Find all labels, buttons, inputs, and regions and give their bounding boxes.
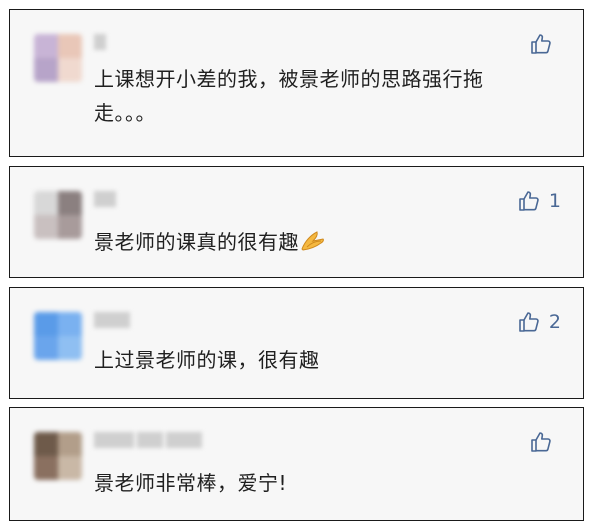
comment-text: 景老师非常棒，爱宁! bbox=[94, 466, 287, 500]
comment-line: 走。。。 bbox=[94, 101, 156, 125]
like-button[interactable] bbox=[529, 430, 561, 454]
like-count: 2 bbox=[548, 311, 561, 333]
avatar[interactable] bbox=[34, 312, 82, 360]
comment-line: 景老师的课真的很有趣 bbox=[94, 230, 299, 254]
comment-text: 景老师的课真的很有趣 bbox=[94, 225, 327, 263]
like-button[interactable]: 2 bbox=[517, 310, 561, 334]
avatar[interactable] bbox=[34, 34, 82, 82]
comment-text: 上课想开小差的我，被景老师的思路强行拖 走。。。 bbox=[94, 62, 484, 130]
username-blurred bbox=[94, 34, 109, 56]
thumbs-up-icon bbox=[531, 34, 551, 54]
like-button[interactable] bbox=[529, 32, 561, 56]
comment-line: 上课想开小差的我，被景老师的思路强行拖 bbox=[94, 67, 484, 91]
comment-card: 景老师非常棒，爱宁! bbox=[9, 407, 584, 521]
comment-text: 上过景老师的课，很有趣 bbox=[94, 343, 320, 377]
avatar[interactable] bbox=[34, 432, 82, 480]
username-blurred bbox=[94, 191, 119, 213]
comment-card: 1 景老师的课真的很有趣 bbox=[9, 166, 584, 278]
like-count: 1 bbox=[548, 190, 561, 212]
username-blurred bbox=[94, 312, 133, 334]
username-blurred bbox=[94, 432, 205, 454]
thumbs-up-icon bbox=[531, 432, 551, 452]
avatar[interactable] bbox=[34, 191, 82, 239]
comment-line: 景老师非常棒，爱宁! bbox=[94, 471, 288, 495]
comment-card: 2 上过景老师的课，很有趣 bbox=[9, 287, 584, 399]
comment-card: 上课想开小差的我，被景老师的思路强行拖 走。。。 bbox=[9, 9, 584, 157]
thumbs-up-icon bbox=[519, 191, 539, 211]
like-button[interactable]: 1 bbox=[517, 189, 561, 213]
clapping-hands-emoji bbox=[299, 229, 327, 263]
thumbs-up-icon bbox=[519, 312, 539, 332]
comment-line: 上过景老师的课，很有趣 bbox=[94, 348, 320, 372]
